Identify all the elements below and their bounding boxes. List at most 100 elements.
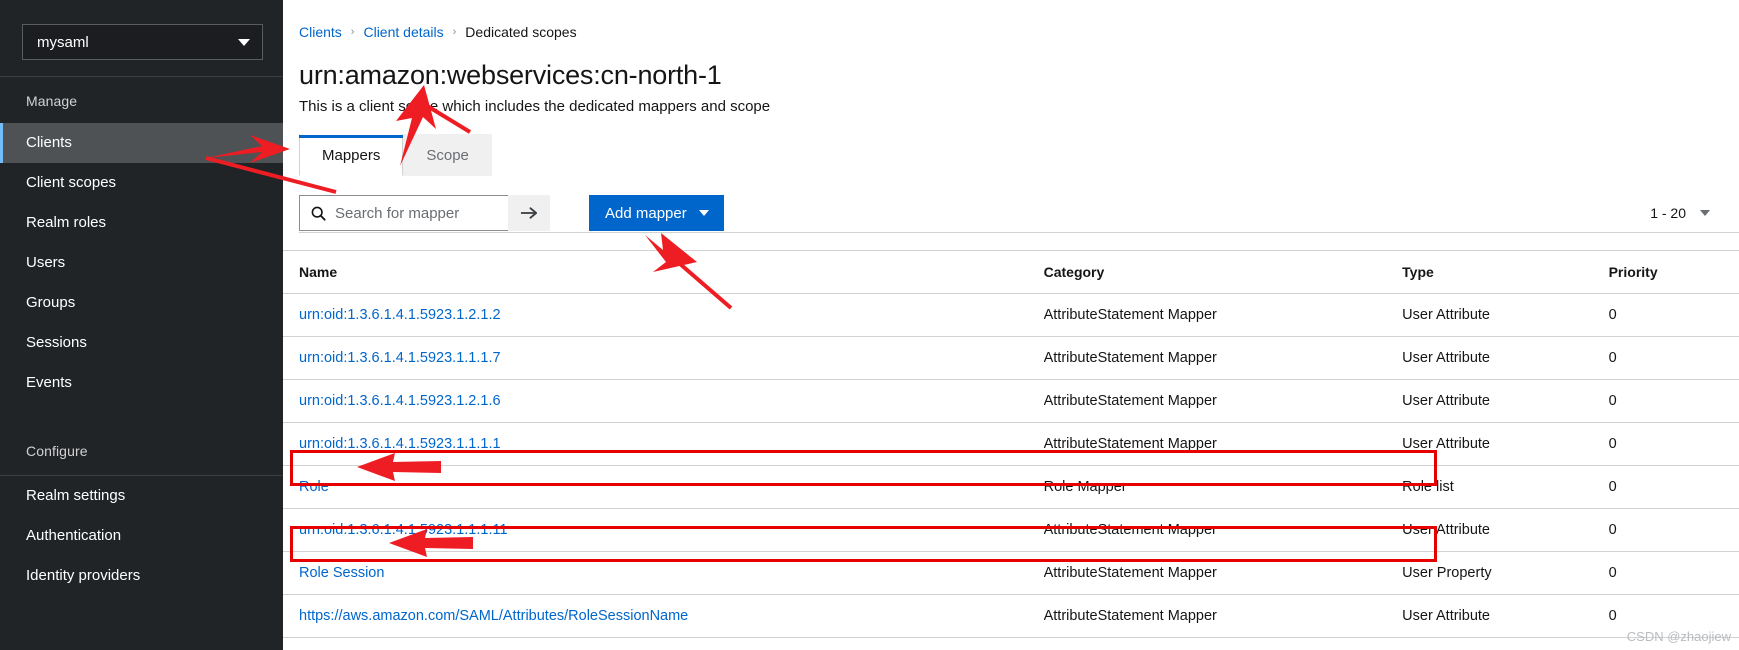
table-row[interactable]: urn:oid:1.3.6.1.4.1.5923.1.1.1.7 Attribu… <box>283 336 1739 380</box>
mapper-link[interactable]: https://aws.amazon.com/SAML/Attributes/R… <box>299 608 688 624</box>
sidebar-item-label: Client scopes <box>26 174 117 191</box>
cell-name: urn:oid:1.3.6.1.4.1.5923.1.1.1.11 <box>283 508 1044 552</box>
cell-name: Role Session <box>283 551 1044 595</box>
cell-category: AttributeStatement Mapper <box>1043 336 1403 380</box>
search-box <box>299 195 508 231</box>
pagination-range: 1 - 20 <box>1650 205 1686 221</box>
search-group <box>299 195 550 231</box>
column-header-name[interactable]: Name <box>283 250 1044 294</box>
tab-mappers[interactable]: Mappers <box>299 134 404 176</box>
sidebar-item-realm-settings[interactable]: Realm settings <box>0 476 283 516</box>
sidebar-item-label: Events <box>26 374 72 391</box>
add-mapper-label: Add mapper <box>605 204 687 222</box>
table-row[interactable]: urn:oid:1.3.6.1.4.1.5923.1.2.1.6 Attribu… <box>283 379 1739 423</box>
sidebar-item-identity-providers[interactable]: Identity providers <box>0 556 283 596</box>
cell-type: User Attribute <box>1402 422 1609 466</box>
tab-scope[interactable]: Scope <box>403 134 492 176</box>
search-submit-button[interactable] <box>508 195 550 231</box>
sidebar-item-label: Realm settings <box>26 487 126 504</box>
column-header-priority[interactable]: Priority <box>1608 250 1739 294</box>
cell-category: AttributeStatement Mapper <box>1043 293 1403 337</box>
sidebar-item-events[interactable]: Events <box>0 363 283 403</box>
main-content: Clients › Client details › Dedicated sco… <box>283 0 1739 650</box>
sidebar-item-users[interactable]: Users <box>0 243 283 283</box>
cell-type: User Property <box>1402 551 1609 595</box>
tab-list: Mappers Scope <box>299 134 1739 176</box>
search-input[interactable] <box>335 204 498 222</box>
sidebar-item-label: Authentication <box>26 527 122 544</box>
mapper-link[interactable]: urn:oid:1.3.6.1.4.1.5923.1.1.1.11 <box>299 522 508 538</box>
realm-selector-value: mysaml <box>37 33 89 51</box>
mappers-table: Name Category Type Priority urn:oid:1.3.… <box>283 250 1739 638</box>
mapper-link[interactable]: Role <box>299 479 329 495</box>
cell-priority: 0 <box>1608 551 1739 595</box>
cell-type: Role list <box>1402 465 1609 509</box>
mapper-link[interactable]: urn:oid:1.3.6.1.4.1.5923.1.1.1.1 <box>299 436 501 452</box>
breadcrumb: Clients › Client details › Dedicated sco… <box>283 0 1739 40</box>
breadcrumb-separator-icon: › <box>350 26 355 38</box>
cell-category: AttributeStatement Mapper <box>1043 551 1403 595</box>
cell-priority: 0 <box>1608 379 1739 423</box>
cell-type: User Attribute <box>1402 508 1609 552</box>
cell-name: https://aws.amazon.com/SAML/Attributes/R… <box>283 594 1044 638</box>
cell-priority: 0 <box>1608 293 1739 337</box>
breadcrumb-item-clients[interactable]: Clients <box>299 24 342 40</box>
search-icon <box>311 206 326 221</box>
page-title: urn:amazon:webservices:cn-north-1 <box>299 60 722 90</box>
table-row[interactable]: urn:oid:1.3.6.1.4.1.5923.1.2.1.2 Attribu… <box>283 293 1739 337</box>
column-header-type[interactable]: Type <box>1402 250 1609 294</box>
sidebar-item-client-scopes[interactable]: Client scopes <box>0 163 283 203</box>
table-row[interactable]: urn:oid:1.3.6.1.4.1.5923.1.1.1.11 Attrib… <box>283 508 1739 552</box>
cell-type: User Attribute <box>1402 379 1609 423</box>
table-row[interactable]: https://aws.amazon.com/SAML/Attributes/R… <box>283 594 1739 638</box>
cell-name: Role <box>283 465 1044 509</box>
chevron-down-icon <box>1700 210 1710 216</box>
sidebar-item-realm-roles[interactable]: Realm roles <box>0 203 283 243</box>
table-row[interactable]: urn:oid:1.3.6.1.4.1.5923.1.1.1.1 Attribu… <box>283 422 1739 466</box>
watermark: CSDN @zhaojiew <box>1626 629 1731 644</box>
page-subtitle: This is a client scope which includes th… <box>299 98 771 115</box>
add-mapper-dropdown-toggle[interactable] <box>698 195 724 231</box>
sidebar-item-clients[interactable]: Clients <box>0 123 283 163</box>
sidebar-item-groups[interactable]: Groups <box>0 283 283 323</box>
sidebar: mysaml Manage Clients Client scopes Real… <box>0 0 283 650</box>
sidebar-item-label: Groups <box>26 294 76 311</box>
column-header-category[interactable]: Category <box>1043 250 1403 294</box>
table-row-role[interactable]: Role Role Mapper Role list 0 <box>283 465 1739 509</box>
sidebar-item-sessions[interactable]: Sessions <box>0 323 283 363</box>
table-body: urn:oid:1.3.6.1.4.1.5923.1.2.1.2 Attribu… <box>283 293 1739 638</box>
tabs-underline <box>299 232 1739 233</box>
sidebar-item-label: Users <box>26 254 66 271</box>
mapper-link[interactable]: urn:oid:1.3.6.1.4.1.5923.1.1.1.7 <box>299 350 501 366</box>
mapper-link[interactable]: urn:oid:1.3.6.1.4.1.5923.1.2.1.6 <box>299 393 501 409</box>
add-mapper-button[interactable]: Add mapper <box>589 195 724 231</box>
chevron-down-icon <box>238 38 250 46</box>
cell-category: Role Mapper <box>1043 465 1403 509</box>
breadcrumb-item-client-details[interactable]: Client details <box>363 24 443 40</box>
cell-category: AttributeStatement Mapper <box>1043 594 1403 638</box>
mapper-link[interactable]: Role Session <box>299 565 384 581</box>
table-row-role-session[interactable]: Role Session AttributeStatement Mapper U… <box>283 551 1739 595</box>
pagination[interactable]: 1 - 20 <box>1650 205 1710 221</box>
keycloak-admin-console: mysaml Manage Clients Client scopes Real… <box>0 0 1739 650</box>
cell-name: urn:oid:1.3.6.1.4.1.5923.1.1.1.7 <box>283 336 1044 380</box>
cell-type: User Attribute <box>1402 336 1609 380</box>
chevron-down-icon <box>698 210 709 216</box>
cell-category: AttributeStatement Mapper <box>1043 379 1403 423</box>
table-header-row: Name Category Type Priority <box>283 250 1739 294</box>
sidebar-item-authentication[interactable]: Authentication <box>0 516 283 556</box>
mappers-table-wrap: Name Category Type Priority urn:oid:1.3.… <box>283 250 1739 638</box>
sidebar-item-label: Realm roles <box>26 214 107 231</box>
table-head: Name Category Type Priority <box>283 250 1739 294</box>
breadcrumb-separator-icon: › <box>452 26 457 38</box>
mapper-link[interactable]: urn:oid:1.3.6.1.4.1.5923.1.2.1.2 <box>299 307 501 323</box>
cell-priority: 0 <box>1608 508 1739 552</box>
tab-label: Scope <box>426 147 469 164</box>
cell-category: AttributeStatement Mapper <box>1043 508 1403 552</box>
sidebar-item-label: Identity providers <box>26 567 141 584</box>
cell-priority: 0 <box>1608 422 1739 466</box>
cell-priority: 0 <box>1608 336 1739 380</box>
realm-selector[interactable]: mysaml <box>22 24 263 60</box>
cell-name: urn:oid:1.3.6.1.4.1.5923.1.2.1.2 <box>283 293 1044 337</box>
